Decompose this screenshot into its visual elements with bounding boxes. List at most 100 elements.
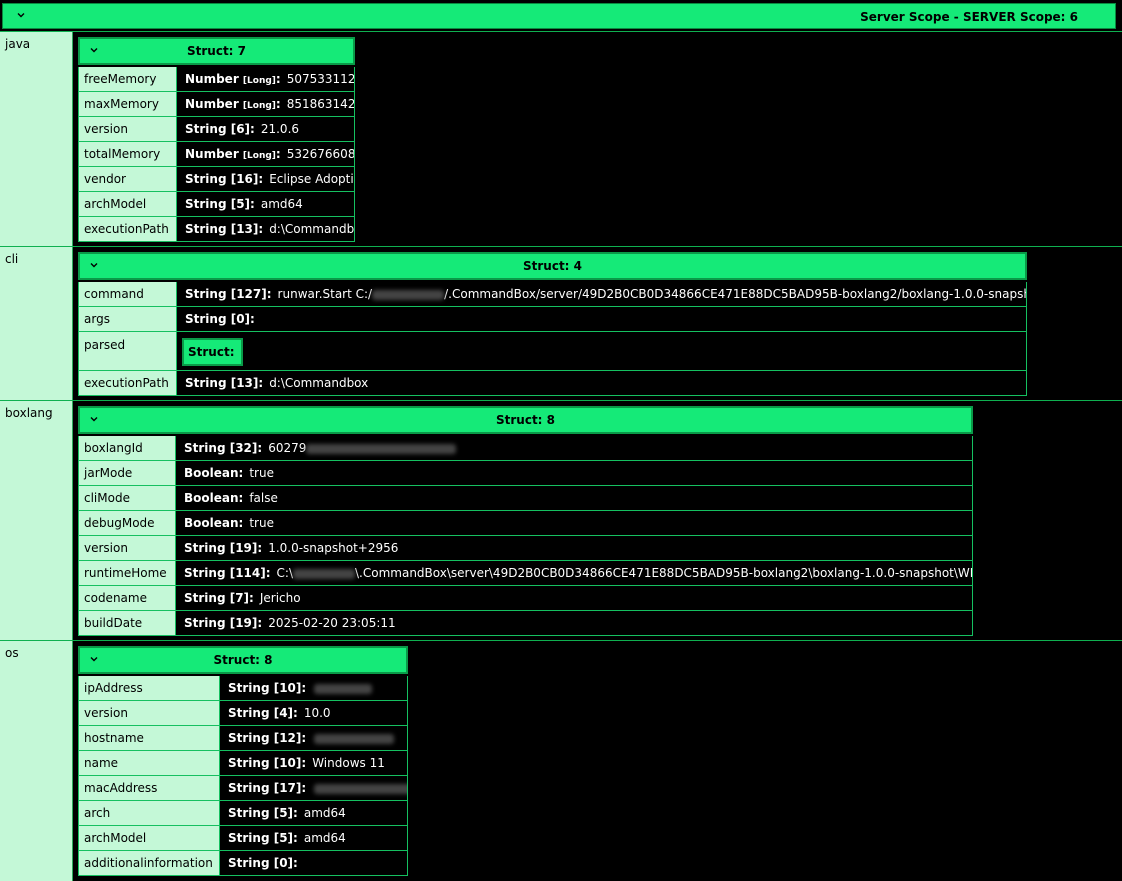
table-row: maxMemoryNumber [Long]:8518631424 [78,92,355,117]
os-struct-header[interactable]: Struct: 8 [77,645,409,675]
struct-count: Struct: 4 [522,259,582,273]
row-value: String [17]: [220,776,407,800]
redacted-text [293,568,356,579]
row-key-label: executionPath [79,371,177,395]
table-row: codename String [7]: Jericho [78,586,973,611]
row-value: String [12]: [220,726,407,750]
row-key-label: cliMode [79,486,176,510]
row-value: Number [Long]: 532676608 [177,142,354,166]
row-value: String [6]: 21.0.6 [177,117,354,141]
row-key-label: version [79,536,176,560]
row-key-label: args [79,307,177,331]
table-row: version String [6]: 21.0.6 [78,117,355,142]
row-key-label: arch [79,801,220,825]
row-key-label: ipAddress [79,676,220,700]
table-row: arch String [5]: amd64 [78,801,408,826]
row-value: String [10]: [220,676,407,700]
key-java: java [0,32,73,246]
table-row: freeMemory Number [Long]: 507533112 [78,67,355,92]
table-row: archModel String [5]: amd64 [78,826,408,851]
cli-struct-header[interactable]: Struct: 4 [77,251,1028,281]
redacted-text [314,683,373,694]
row-key-label: buildDate [79,611,176,635]
table-row: buildDate String [19]: 2025-02-20 23:05:11 [78,611,973,636]
struct-count: Struct: 8 [213,653,273,667]
table-row: args String [0]: [78,307,1027,332]
redacted-text [314,783,407,794]
row-key-label: version [79,117,177,141]
row-value: Number [Long]: 507533112 [177,67,354,91]
row-value: String [19]: 2025-02-20 23:05:11 [176,611,972,635]
parsed-struct-header[interactable]: Struct: 0 [181,337,244,383]
table-row: archModel String [5]: amd64 [78,192,355,217]
table-row: boxlangId String [32]: 60279 [78,436,973,461]
row-key-label: vendor [79,167,177,191]
row-divider [0,400,1122,401]
key-boxlang: boxlang [0,401,73,640]
row-value: Boolean: false [176,486,972,510]
table-row: cliMode Boolean: false [78,486,973,511]
row-value: String [13]:d:\Commandbox [177,217,354,241]
table-row: name String [10]: Windows 11 [78,751,408,776]
row-value: String [7]: Jericho [176,586,972,610]
row-key-label: debugMode [79,511,176,535]
row-value [177,332,1026,370]
row-value: String [32]: 60279 [176,436,972,460]
row-value: String [127]: runwar.Start C://.CommandBo… [177,282,1026,306]
row-divider [0,31,1122,32]
struct-count: Struct: 8 [495,413,555,427]
row-value: String [5]: amd64 [220,826,407,850]
row-value: Boolean: true [176,511,972,535]
row-key-label: freeMemory [79,67,177,91]
row-key-label: command [79,282,177,306]
row-value: String [10]: Windows 11 [220,751,407,775]
row-key-label: codename [79,586,176,610]
row-key-label: totalMemory [79,142,177,166]
table-row: totalMemory Number [Long]: 532676608 [78,142,355,167]
table-row: runtimeHome String [114]: C:\ \.CommandBox… [78,561,973,586]
row-value: String [4]: 10.0 [220,701,407,725]
row-value: String [5]: amd64 [220,801,407,825]
row-key-label: jarMode [79,461,176,485]
row-value: Boolean: true [176,461,972,485]
table-row: executionPathString [13]:d:\Commandbox [78,217,355,242]
table-row: debugMode Boolean: true [78,511,973,536]
chevron-down-icon[interactable] [15,9,29,23]
table-row: version String [19]: 1.0.0-snapshot+2956 [78,536,973,561]
table-row: jarMode Boolean: true [78,461,973,486]
redacted-text [314,733,395,744]
table-row: ipAddress String [10]: [78,676,408,701]
table-row: executionPath String [13]: d:\Commandbox [78,371,1027,396]
row-key-label: archModel [79,826,220,850]
row-key-label: name [79,751,220,775]
row-divider [0,246,1122,247]
row-key-label: additionalinformation [79,851,220,875]
redacted-text [372,289,445,300]
scope-title: Server Scope - SERVER Scope: 6 [860,10,1078,24]
table-row: macAddress String [17]: [78,776,408,801]
row-key-label: macAddress [79,776,220,800]
key-cli: cli [0,247,73,400]
row-value: String [5]: amd64 [177,192,354,216]
java-struct-header[interactable]: Struct: 7 [77,36,356,66]
row-key-label: hostname [79,726,220,750]
row-key-label: version [79,701,220,725]
row-key-label: runtimeHome [79,561,176,585]
table-row: version String [4]: 10.0 [78,701,408,726]
row-key-label: executionPath [79,217,177,241]
key-os: os [0,641,73,881]
server-scope-header[interactable]: Server Scope - SERVER Scope: 6 [2,3,1116,29]
boxlang-struct-header[interactable]: Struct: 8 [77,405,974,435]
row-value: String [19]: 1.0.0-snapshot+2956 [176,536,972,560]
table-row: hostname String [12]: [78,726,408,751]
row-key-label: parsed [79,332,177,370]
row-value: String [114]: C:\ \.CommandBox\server\49D2… [176,561,972,585]
row-value: String [16]:Eclipse Adoptium [177,167,354,191]
row-value: String [0]: [220,851,407,875]
row-value: String [13]:d:\Commandbox [177,371,1026,395]
row-value: Number [Long]:8518631424 [177,92,354,116]
row-key-label: maxMemory [79,92,177,116]
row-key-label: boxlangId [79,436,176,460]
struct-count: Struct: 7 [186,44,246,58]
table-row: command String [127]: runwar.Start C://.C… [78,282,1027,307]
